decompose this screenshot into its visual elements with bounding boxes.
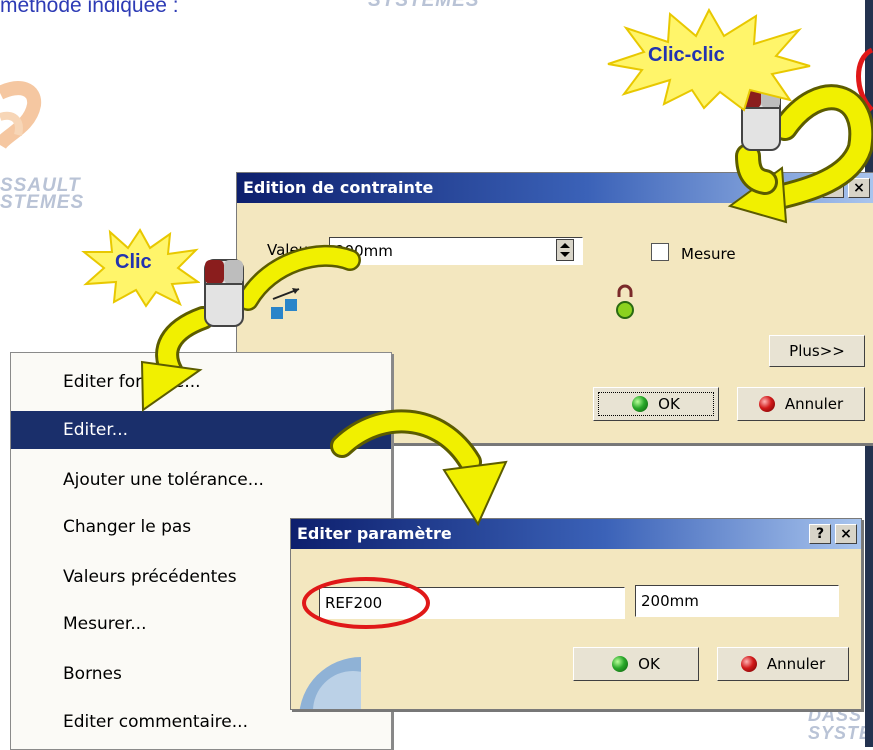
mouse-icon bbox=[204, 259, 244, 327]
double-click-label: Clic-clic bbox=[648, 44, 725, 66]
click-label: Clic bbox=[115, 251, 152, 273]
